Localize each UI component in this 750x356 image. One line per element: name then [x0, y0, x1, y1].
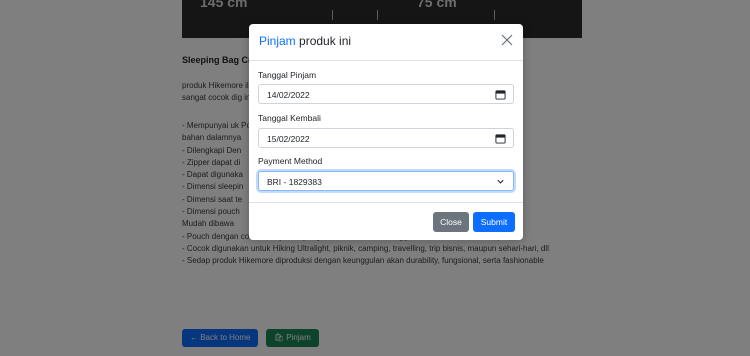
chevron-down-icon — [497, 179, 504, 184]
submit-button[interactable]: Submit — [473, 212, 515, 232]
calendar-icon[interactable] — [495, 89, 506, 100]
payment-method-value: BRI - 1829383 — [267, 177, 322, 187]
modal-title-accent: Pinjam — [259, 34, 296, 48]
borrow-modal: Pinjam produk ini Tanggal Pinjam 14/02/2… — [249, 24, 523, 240]
borrow-date-label: Tanggal Pinjam — [258, 70, 317, 80]
close-icon[interactable] — [500, 33, 514, 47]
return-date-label: Tanggal Kembali — [258, 113, 321, 123]
modal-title-rest: produk ini — [295, 34, 352, 48]
modal-header: Pinjam produk ini — [249, 24, 523, 61]
close-button[interactable]: Close — [433, 212, 469, 232]
modal-title: Pinjam produk ini — [259, 34, 351, 48]
return-date-value: 15/02/2022 — [267, 134, 310, 144]
borrow-date-value: 14/02/2022 — [267, 90, 310, 100]
modal-footer: Close Submit — [249, 202, 523, 241]
payment-method-select[interactable]: BRI - 1829383 — [258, 171, 514, 191]
calendar-icon[interactable] — [495, 133, 506, 144]
borrow-date-input[interactable]: 14/02/2022 — [258, 84, 514, 104]
return-date-input[interactable]: 15/02/2022 — [258, 128, 514, 148]
payment-method-label: Payment Method — [258, 156, 323, 166]
